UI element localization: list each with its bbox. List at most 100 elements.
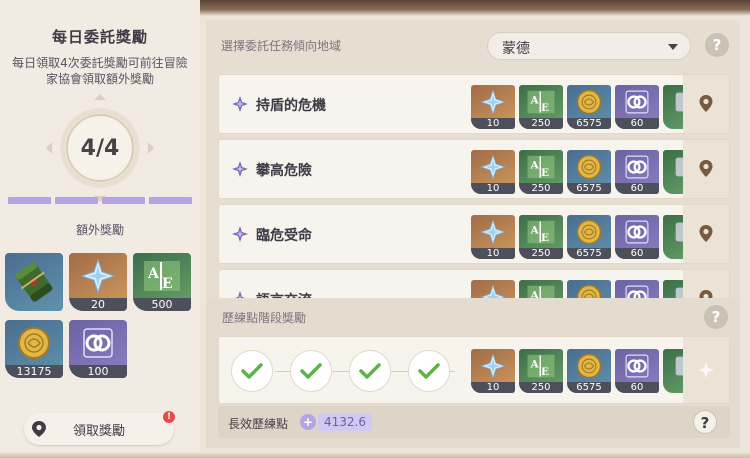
reward-tile[interactable]: 60	[615, 280, 659, 298]
help-button-top[interactable]: ?	[705, 33, 729, 57]
reward-tile[interactable]: 10	[471, 215, 515, 259]
more-reward-icon	[663, 150, 685, 184]
plus-icon: +	[300, 414, 316, 430]
reward-count: 60	[615, 382, 659, 393]
adventure-exp-icon: AE	[519, 280, 563, 298]
reward-tile[interactable]: 10	[471, 85, 515, 129]
reward-count: 250	[519, 248, 563, 259]
commission-item[interactable]: 臨危受命 10 A E 250 6575 60	[218, 204, 730, 264]
reward-count: 20	[69, 298, 127, 311]
long-term-points-row: 長效歷練點 + 4132.6	[218, 406, 730, 438]
primogem-icon	[471, 280, 515, 298]
stage-check-icon	[231, 350, 273, 392]
reward-count: 6575	[567, 183, 611, 194]
svg-text:E: E	[541, 366, 549, 378]
reward-tile[interactable]	[663, 215, 685, 259]
stage-check-icon	[349, 350, 391, 392]
reward-tile[interactable]: 10	[471, 150, 515, 194]
locate-button[interactable]	[683, 205, 729, 263]
chevron-down-icon	[668, 44, 678, 50]
reward-tile[interactable]	[663, 85, 685, 129]
reward-tile[interactable]	[663, 150, 685, 194]
reward-tile[interactable]: 6575	[567, 280, 611, 298]
reward-tile[interactable]: AE250	[519, 85, 563, 129]
reward-tile[interactable]: 10	[471, 280, 515, 298]
companionship-exp-icon	[69, 320, 127, 366]
extra-reward-tile[interactable]: 20	[69, 253, 127, 311]
progress-segment	[55, 197, 98, 204]
companionship-exp-icon	[615, 215, 659, 249]
reward-tile[interactable]: AE250	[519, 280, 563, 298]
reward-tile[interactable]: 6575	[567, 349, 611, 393]
commission-name: 攀高危險	[256, 163, 312, 179]
help-button-stage[interactable]: ?	[704, 305, 728, 329]
reward-count: 60	[615, 248, 659, 259]
svg-text:E: E	[541, 102, 549, 114]
svg-text:E: E	[162, 276, 173, 292]
locate-button[interactable]	[683, 270, 729, 298]
reward-tile[interactable]: 60	[615, 150, 659, 194]
reward-tile[interactable]: AE250	[519, 349, 563, 393]
mora-icon	[567, 150, 611, 184]
reward-count: 6575	[567, 118, 611, 129]
primogem-icon	[471, 150, 515, 184]
reward-count: 500	[133, 298, 191, 311]
map-pin-icon	[699, 290, 713, 298]
stage-check-icon	[408, 350, 450, 392]
extra-rewards-title: 額外獎勵	[75, 223, 124, 237]
extra-reward-tile[interactable]: 13175	[5, 320, 63, 378]
reward-count: 250	[519, 382, 563, 393]
reward-tile[interactable]	[663, 280, 685, 298]
reward-count: 10	[471, 183, 515, 194]
commission-counter: 4/4	[52, 100, 148, 196]
commission-rewards: 10AE250657560	[471, 215, 685, 259]
reward-tile[interactable]: 6575	[567, 85, 611, 129]
reward-tile[interactable]: 10	[471, 349, 515, 393]
commission-rewards: 10AE250657560	[471, 280, 685, 298]
reward-count: 6575	[567, 382, 611, 393]
companionship-exp-icon	[615, 280, 659, 298]
reward-count: 60	[615, 183, 659, 194]
adventure-exp-icon: AE	[519, 349, 563, 383]
commission-star-icon	[231, 290, 249, 298]
extra-reward-tile[interactable]: A E 500	[133, 253, 191, 311]
reward-tile[interactable]: AE250	[519, 150, 563, 194]
reward-tile[interactable]: 6575	[567, 150, 611, 194]
claim-reward-label: 領取獎勵	[72, 423, 125, 439]
commission-item[interactable]: 持盾的危機 10 A E 250 6575 60	[218, 74, 730, 134]
reward-tile[interactable]: 60	[615, 215, 659, 259]
reward-tile[interactable]: AE250	[519, 215, 563, 259]
extra-reward-tile[interactable]	[5, 253, 63, 311]
reward-tile[interactable]: 6575	[567, 215, 611, 259]
adventure-exp-icon: AE	[519, 150, 563, 184]
adventure-exp-icon: AE	[519, 85, 563, 119]
book-bottom-edge	[0, 452, 750, 458]
reward-count: 250	[519, 118, 563, 129]
points-label: 長效歷練點	[228, 417, 289, 431]
locate-button[interactable]	[683, 140, 729, 198]
reward-tile[interactable]	[663, 349, 685, 393]
commission-list: 持盾的危機 10 A E 250 6575 60 攀高危險 10 A E 250 6575 60 臨危受命 1…	[218, 74, 732, 298]
reward-count: 10	[471, 382, 515, 393]
progress-segment	[102, 197, 145, 204]
reward-tile[interactable]: 60	[615, 349, 659, 393]
adventure-exp-icon: AE	[519, 215, 563, 249]
commission-rewards: 10AE250 6575 60	[471, 85, 685, 129]
commission-item[interactable]: 攀高危險 10 A E 250 6575 60	[218, 139, 730, 199]
commission-item[interactable]: 語言交流 10AE250657560	[218, 269, 730, 298]
extra-reward-tile[interactable]: 100	[69, 320, 127, 378]
primogem-icon	[471, 215, 515, 249]
points-value: 4132.6	[318, 413, 372, 431]
reward-tile[interactable]: 60	[615, 85, 659, 129]
more-reward-icon	[663, 280, 685, 298]
help-button-points[interactable]: ?	[693, 410, 717, 434]
region-select[interactable]: 蒙德	[487, 32, 691, 60]
companionship-exp-icon	[615, 150, 659, 184]
progress-segment	[149, 197, 192, 204]
mora-icon	[5, 320, 63, 366]
reward-count: 10	[471, 248, 515, 259]
locate-button[interactable]	[683, 75, 729, 133]
svg-text:A: A	[530, 160, 540, 172]
claim-reward-button[interactable]: 領取獎勵	[24, 413, 174, 445]
svg-text:A: A	[530, 225, 540, 237]
